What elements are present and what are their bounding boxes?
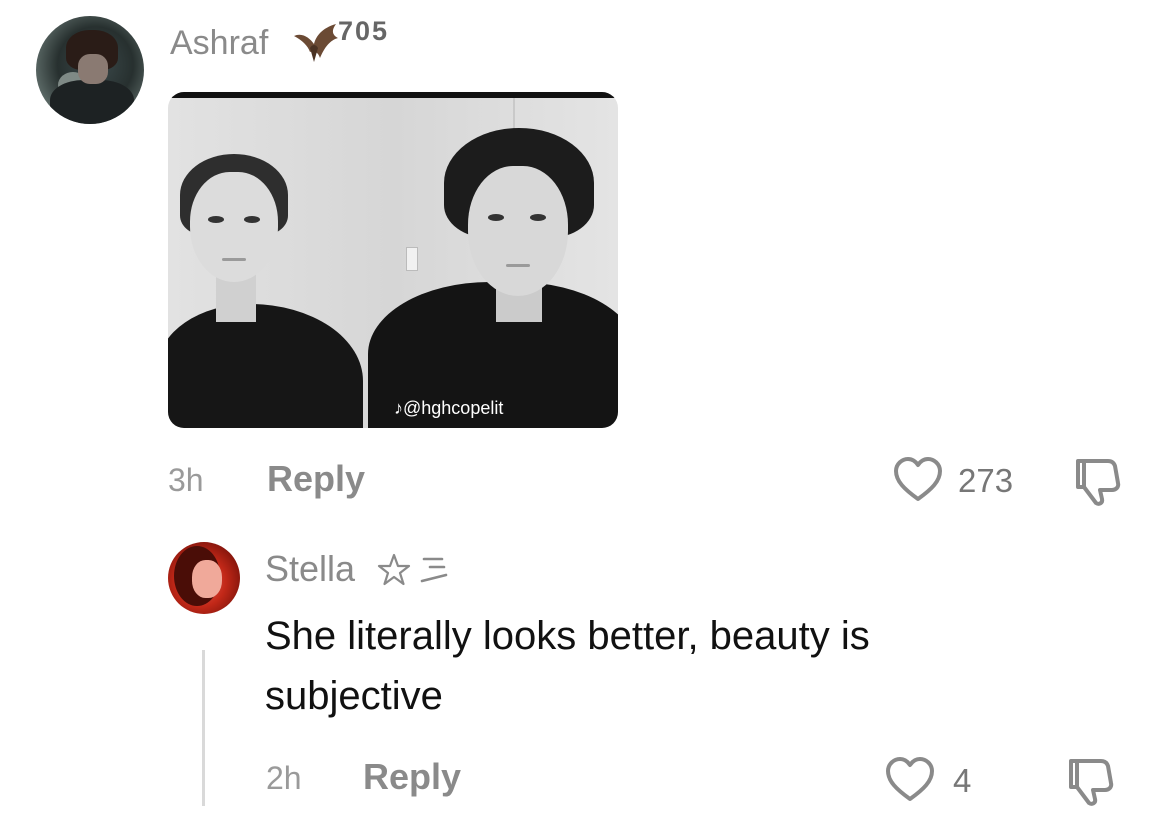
comment-time: 3h [168, 462, 204, 498]
avatar-body [50, 80, 134, 124]
image-watermark: ♪@hghcopelit [394, 398, 503, 419]
reply-button[interactable]: Reply [267, 458, 365, 500]
comment-time: 2h [266, 760, 302, 796]
avatar[interactable] [168, 542, 240, 614]
eye [488, 214, 504, 221]
eye [208, 216, 224, 223]
watermark-handle: @hghcopelit [403, 398, 504, 418]
eye [530, 214, 546, 221]
badge-number: 705 [338, 16, 390, 46]
username[interactable]: Ashraf [170, 24, 268, 63]
comment-image[interactable]: ♪@hghcopelit [168, 92, 618, 428]
mouth [506, 264, 530, 267]
person-right-face [468, 166, 568, 296]
thread-line [202, 650, 205, 806]
heart-icon[interactable] [884, 756, 936, 804]
like-count: 273 [958, 462, 1014, 499]
bat-icon [294, 24, 338, 62]
like-count: 4 [953, 762, 972, 799]
image-top-bar [168, 92, 618, 98]
avatar-face [78, 54, 108, 84]
heart-icon[interactable] [892, 456, 944, 504]
comment-text: She literally looks better, beauty is su… [265, 614, 870, 718]
person-left-face [190, 172, 278, 282]
username[interactable]: Stella [265, 548, 355, 590]
star-icon [377, 553, 411, 586]
tiktok-icon: ♪ [394, 398, 403, 418]
light-switch [406, 247, 418, 271]
thumbs-down-icon[interactable] [1070, 455, 1126, 507]
thumbs-down-icon[interactable] [1063, 755, 1119, 807]
person-left-body [168, 304, 363, 428]
reply-button[interactable]: Reply [363, 756, 461, 798]
lines-icon [420, 557, 448, 583]
mouth [222, 258, 246, 261]
avatar[interactable] [36, 16, 144, 124]
avatar-face [192, 560, 222, 598]
eye [244, 216, 260, 223]
